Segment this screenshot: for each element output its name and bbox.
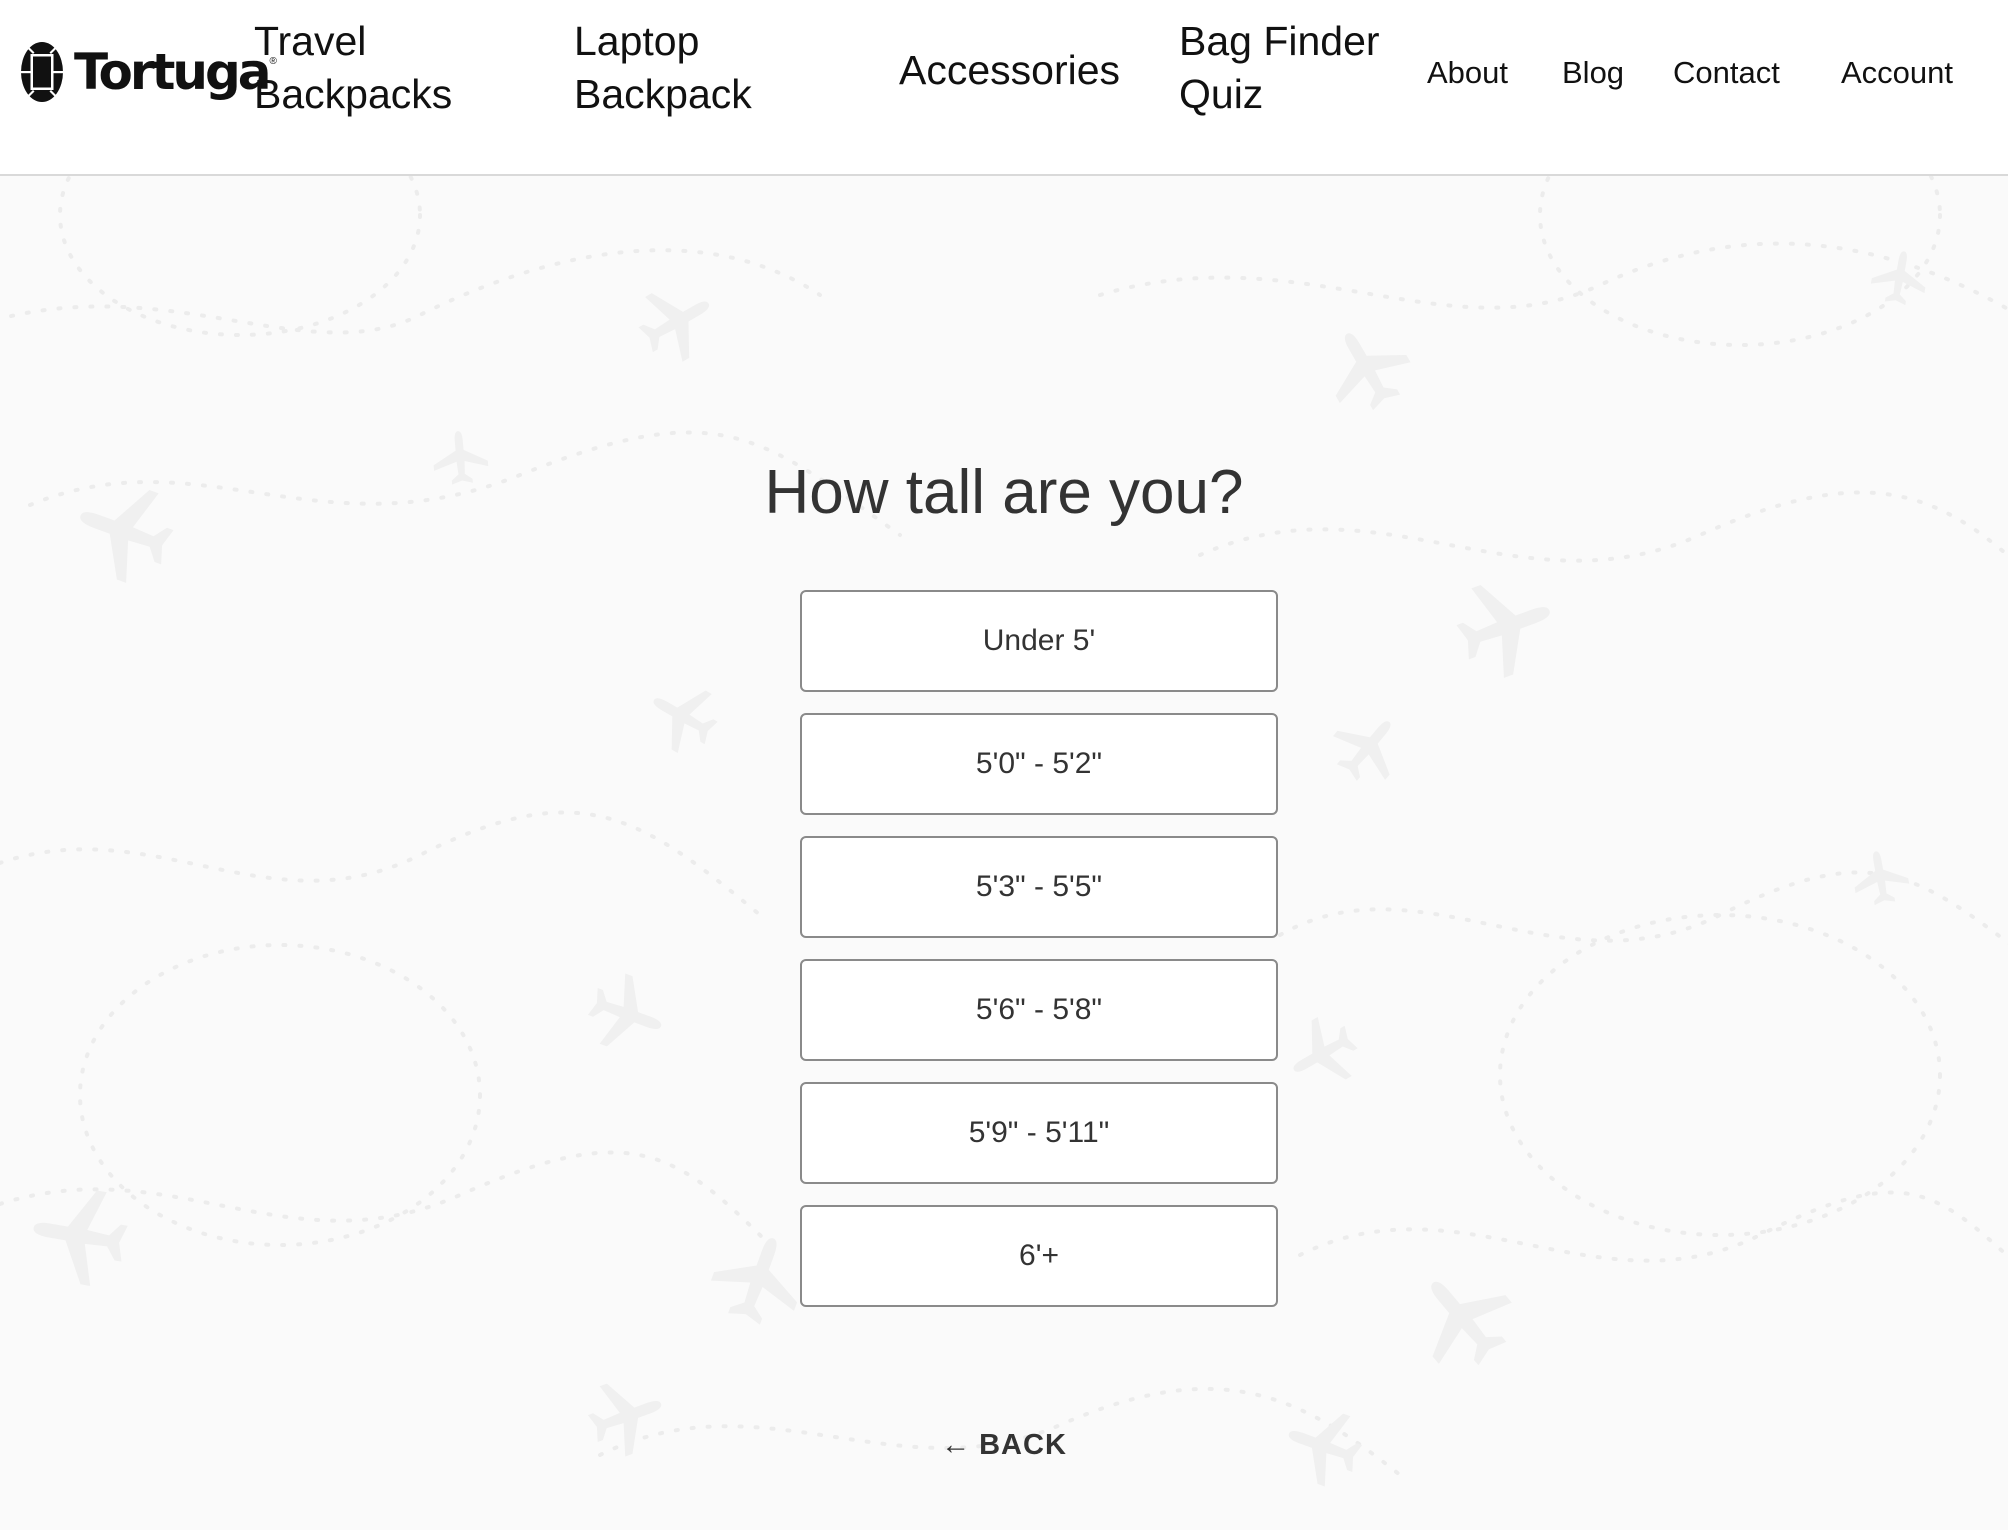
quiz-question: How tall are you? bbox=[764, 458, 1244, 527]
option-5-3-to-5-5[interactable]: 5'3" - 5'5" bbox=[800, 836, 1278, 938]
site-header: Tortuga ® Travel Backpacks Laptop Backpa… bbox=[0, 0, 2008, 176]
quiz-main: How tall are you? Under 5' 5'0" - 5'2" 5… bbox=[0, 176, 2008, 1530]
nav-laptop-backpack[interactable]: Laptop Backpack bbox=[574, 15, 752, 121]
nav-bag-finder-quiz[interactable]: Bag Finder Quiz bbox=[1179, 15, 1380, 121]
nav-contact[interactable]: Contact bbox=[1673, 55, 1780, 91]
option-5-0-to-5-2[interactable]: 5'0" - 5'2" bbox=[800, 713, 1278, 815]
logo-link[interactable]: Tortuga ® bbox=[20, 40, 277, 104]
option-under-5ft[interactable]: Under 5' bbox=[800, 590, 1278, 692]
nav-blog[interactable]: Blog bbox=[1562, 55, 1624, 91]
nav-travel-backpacks[interactable]: Travel Backpacks bbox=[254, 15, 452, 121]
arrow-left-icon: ← bbox=[941, 1429, 972, 1461]
logo-wordmark: Tortuga bbox=[74, 43, 272, 101]
nav-accessories[interactable]: Accessories bbox=[899, 44, 1120, 97]
option-5-6-to-5-8[interactable]: 5'6" - 5'8" bbox=[800, 959, 1278, 1061]
option-6ft-plus[interactable]: 6'+ bbox=[800, 1205, 1278, 1307]
back-button[interactable]: ← BACK bbox=[0, 1429, 2008, 1462]
back-label: BACK bbox=[979, 1429, 1067, 1461]
option-5-9-to-5-11[interactable]: 5'9" - 5'11" bbox=[800, 1082, 1278, 1184]
nav-about[interactable]: About bbox=[1427, 55, 1508, 91]
nav-account[interactable]: Account bbox=[1841, 55, 1953, 91]
turtle-shell-icon bbox=[21, 42, 63, 102]
